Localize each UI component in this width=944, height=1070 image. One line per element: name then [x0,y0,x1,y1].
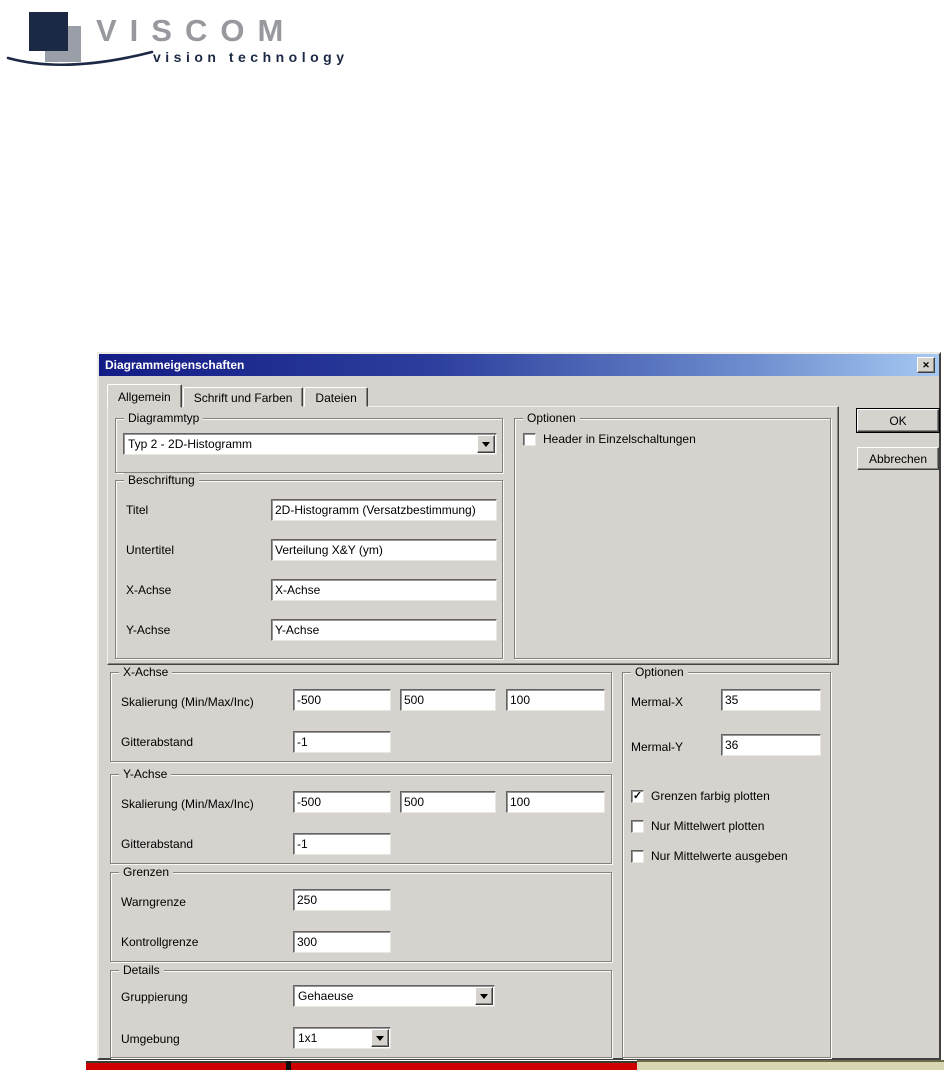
x-gitterabstand-input[interactable] [293,731,391,753]
group-optionen-right: Optionen Mermal-X Mermal-Y ✓ Grenzen far… [622,665,831,1058]
diagrammtyp-combobox[interactable]: Typ 2 - 2D-Histogramm [123,433,497,455]
y-max-input[interactable] [400,791,496,813]
logo-tagline-text: vision technology [153,49,349,65]
tab-schrift-und-farben[interactable]: Schrift und Farben [182,387,304,407]
chevron-down-icon [482,441,490,447]
mermal-x-input[interactable] [721,689,821,711]
group-diagrammtyp-label: Diagrammtyp [124,411,204,425]
chevron-down-icon [480,993,488,999]
logo-brand-text: VISCOM [96,13,297,48]
group-optionen-top: Optionen Header in Einzelschaltungen [514,411,831,659]
mermal-y-input[interactable] [721,734,821,756]
checkbox-box[interactable] [631,849,644,863]
group-grenzen-label: Grenzen [119,865,174,879]
page: VISCOM vision technology Diagrammeigensc… [0,0,944,1070]
diagrammtyp-value: Typ 2 - 2D-Histogramm [128,437,253,451]
group-optionen-top-label: Optionen [523,411,580,425]
checkbox-label: Header in Einzelschaltungen [543,432,696,446]
x-min-input[interactable] [293,689,391,711]
group-details-label: Details [119,963,164,977]
mermal-y-label: Mermal-Y [631,740,684,754]
kontrollgrenze-label: Kontrollgrenze [121,935,199,949]
umgebung-value: 1x1 [298,1031,318,1045]
background-window-khaki-bar [637,1060,944,1070]
background-window-red-bar [86,1061,637,1070]
warngrenze-input[interactable] [293,889,391,911]
y-min-input[interactable] [293,791,391,813]
y-inc-input[interactable] [506,791,605,813]
titel-label: Titel [126,503,149,517]
group-y-achse: Y-Achse Skalierung (Min/Max/Inc) Gittera… [110,767,612,864]
untertitel-input[interactable] [271,539,497,561]
titel-input[interactable] [271,499,497,521]
group-beschriftung-label: Beschriftung [124,473,199,487]
gruppierung-label: Gruppierung [121,990,188,1004]
nur-mittelwert-plotten-checkbox[interactable]: Nur Mittelwert plotten [631,819,764,833]
group-diagrammtyp: Diagrammtyp Typ 2 - 2D-Histogramm [115,411,503,473]
diagram-properties-dialog: Diagrammeigenschaften ✕ Allgemein Schrif… [97,352,941,1060]
x-inc-input[interactable] [506,689,605,711]
y-achse-titel-input[interactable] [271,619,497,641]
y-gitterabstand-label: Gitterabstand [121,837,194,851]
nur-mittelwerte-ausgeben-checkbox[interactable]: Nur Mittelwerte ausgeben [631,849,788,863]
close-icon[interactable]: ✕ [917,357,935,373]
background-window-tick [286,1061,291,1070]
gruppierung-combobox[interactable]: Gehaeuse [293,985,495,1007]
x-max-input[interactable] [400,689,496,711]
checkbox-box[interactable] [523,432,536,446]
y-achse-titel-label: Y-Achse [126,623,171,637]
viscom-logo: VISCOM vision technology [0,0,360,100]
cancel-button[interactable]: Abbrechen [857,447,939,470]
mermal-x-label: Mermal-X [631,695,684,709]
group-x-achse-label: X-Achse [119,665,173,679]
header-einzelschaltungen-checkbox[interactable]: Header in Einzelschaltungen [523,432,696,446]
kontrollgrenze-input[interactable] [293,931,391,953]
checkbox-label: Nur Mittelwert plotten [651,819,765,833]
grenzen-farbig-plotten-checkbox[interactable]: ✓ Grenzen farbig plotten [631,789,770,803]
x-skalierung-label: Skalierung (Min/Max/Inc) [121,695,254,709]
tab-dateien[interactable]: Dateien [304,387,368,407]
x-gitterabstand-label: Gitterabstand [121,735,194,749]
ok-button[interactable]: OK [857,409,939,432]
group-grenzen: Grenzen Warngrenze Kontrollgrenze [110,865,612,962]
gruppierung-value: Gehaeuse [298,989,354,1003]
tab-allgemein[interactable]: Allgemein [107,384,182,408]
checkbox-box[interactable] [631,819,644,833]
x-achse-titel-label: X-Achse [126,583,172,597]
umgebung-combobox[interactable]: 1x1 [293,1027,391,1049]
checkbox-label: Grenzen farbig plotten [651,789,770,803]
chevron-down-icon [376,1035,384,1041]
group-details: Details Gruppierung Gehaeuse Umgebung 1x… [110,963,612,1058]
umgebung-label: Umgebung [121,1032,180,1046]
y-skalierung-label: Skalierung (Min/Max/Inc) [121,797,254,811]
dialog-titlebar[interactable]: Diagrammeigenschaften [99,354,939,376]
checkbox-label: Nur Mittelwerte ausgeben [651,849,788,863]
y-gitterabstand-input[interactable] [293,833,391,855]
x-achse-titel-input[interactable] [271,579,497,601]
checkbox-box[interactable]: ✓ [631,789,644,803]
untertitel-label: Untertitel [126,543,175,557]
group-beschriftung: Beschriftung Titel Untertitel X-Achse Y-… [115,473,503,659]
group-y-achse-label: Y-Achse [119,767,172,781]
dropdown-button[interactable] [475,987,493,1005]
dropdown-button[interactable] [477,435,495,453]
dropdown-button[interactable] [371,1029,389,1047]
dialog-title: Diagrammeigenschaften [105,358,245,372]
warngrenze-label: Warngrenze [121,895,186,909]
tab-strip: Allgemein Schrift und Farben Dateien [107,384,369,408]
group-x-achse: X-Achse Skalierung (Min/Max/Inc) Gittera… [110,665,612,762]
group-optionen-right-label: Optionen [631,665,688,679]
